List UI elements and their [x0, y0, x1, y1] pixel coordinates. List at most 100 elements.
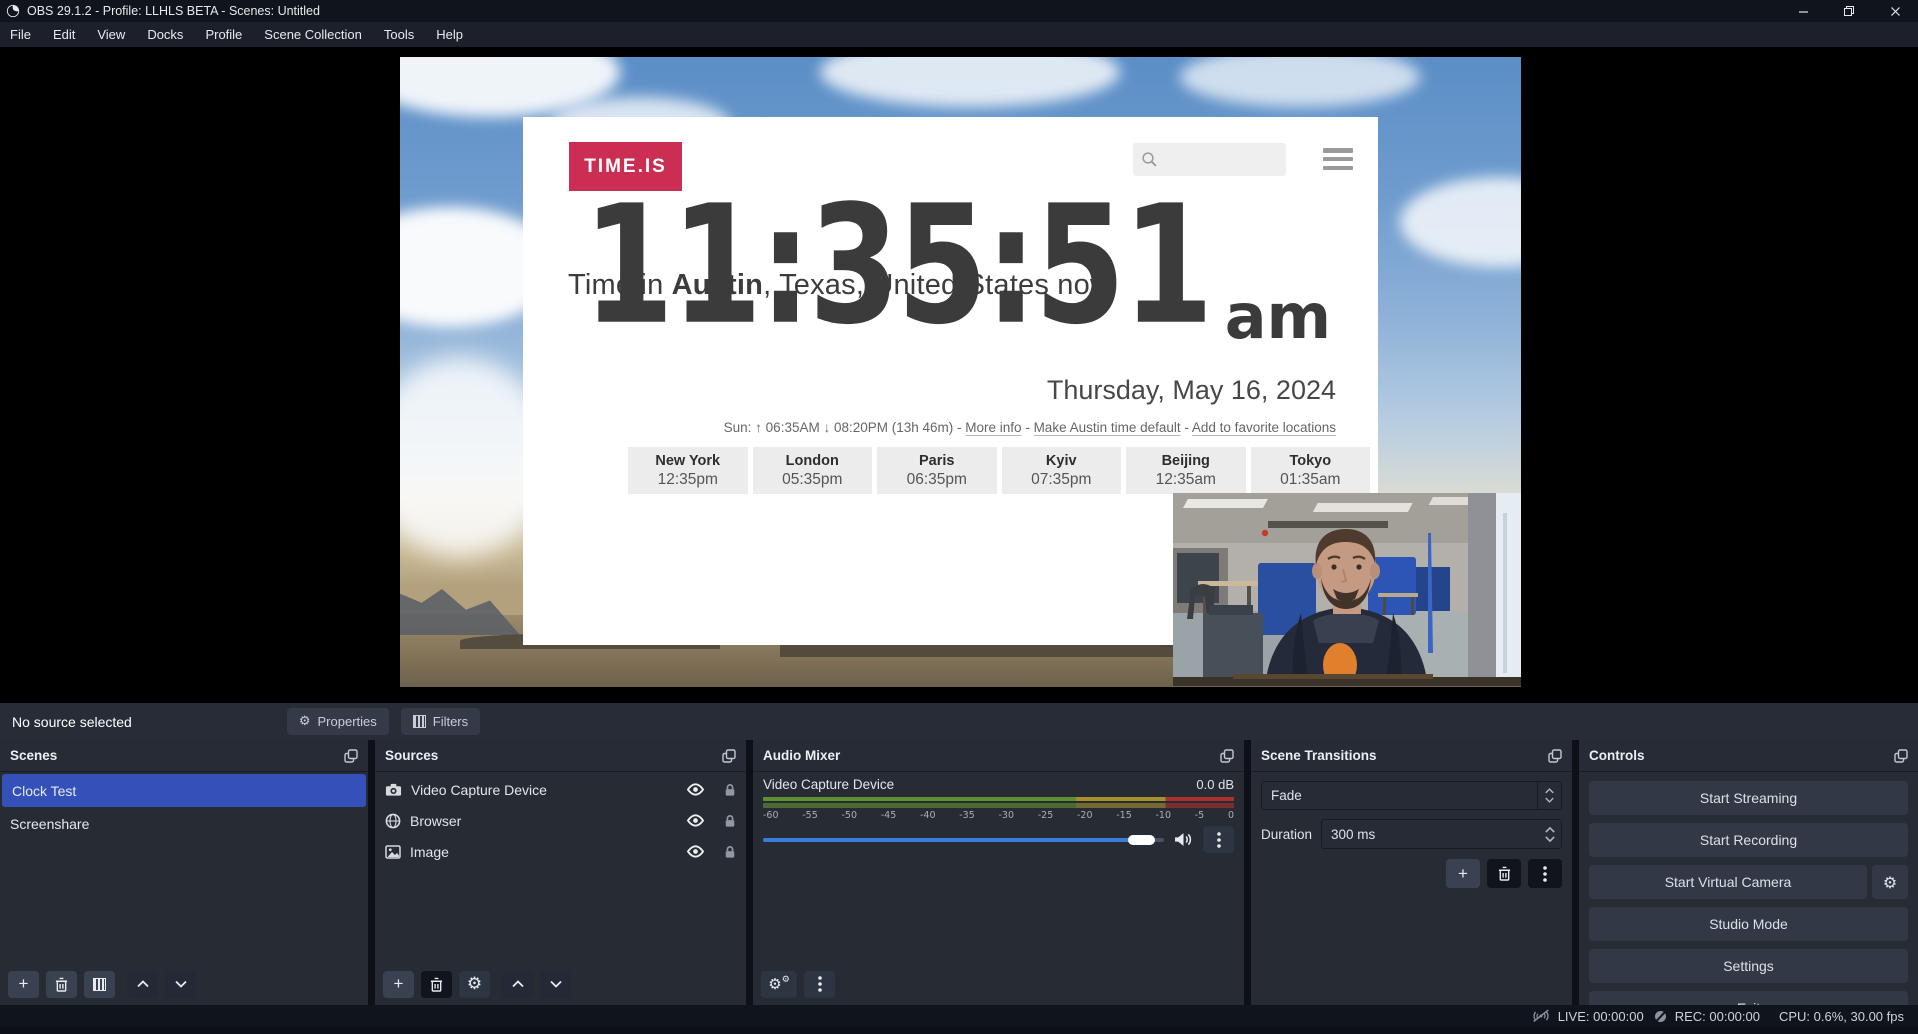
duration-spinbox[interactable]: 300 ms — [1321, 819, 1562, 849]
menu-edit[interactable]: Edit — [42, 22, 86, 47]
minimize-button[interactable] — [1780, 0, 1826, 22]
audio-mixer-header[interactable]: Audio Mixer — [753, 740, 1244, 772]
gear-icon: ⚙ — [467, 974, 482, 994]
lock-toggle[interactable] — [724, 845, 736, 859]
maximize-button[interactable] — [1826, 0, 1872, 22]
controls-title: Controls — [1589, 748, 1645, 763]
remove-source-button[interactable] — [421, 971, 452, 998]
close-button[interactable] — [1872, 0, 1918, 22]
menu-view[interactable]: View — [86, 22, 136, 47]
settings-button[interactable]: Settings — [1589, 949, 1908, 983]
kebab-menu-icon — [1217, 832, 1221, 848]
dock-area: Scenes Clock Test Screenshare + — [0, 740, 1918, 1005]
eye-icon — [686, 783, 705, 796]
city-box: Beijing 12:35am — [1126, 447, 1246, 494]
visibility-toggle[interactable] — [686, 783, 705, 796]
tick-label: -50 — [842, 810, 858, 821]
transition-properties-button[interactable] — [1528, 859, 1562, 888]
source-properties-button[interactable]: ⚙ — [459, 971, 490, 998]
properties-button[interactable]: ⚙ Properties — [287, 708, 389, 735]
preview-canvas[interactable]: TIME.IS Time in Austin, Texas, United St… — [0, 47, 1918, 703]
trash-icon — [1498, 866, 1511, 881]
cpu-fps-stats: CPU: 0.6%, 30.00 fps — [1779, 1009, 1904, 1024]
tick-label: -60 — [763, 810, 779, 821]
audio-meter — [763, 803, 1234, 808]
popout-icon[interactable] — [1548, 749, 1562, 763]
scene-move-down-button[interactable] — [165, 971, 196, 998]
menu-docks[interactable]: Docks — [136, 22, 194, 47]
obs-logo-icon — [6, 4, 20, 18]
advanced-audio-button[interactable]: ⚙⚙ — [761, 971, 797, 998]
kebab-menu-icon — [818, 976, 822, 992]
duration-label: Duration — [1261, 827, 1312, 842]
scene-label: Clock Test — [12, 783, 76, 799]
program-video[interactable]: TIME.IS Time in Austin, Texas, United St… — [400, 57, 1521, 687]
status-bar: LIVE: 00:00:00 REC: 00:00:00 CPU: 0.6%, … — [0, 1005, 1918, 1027]
add-scene-button[interactable]: + — [8, 971, 39, 998]
filters-button[interactable]: Filters — [401, 708, 480, 735]
sources-panel-header[interactable]: Sources — [375, 740, 746, 772]
source-item-video-capture[interactable]: Video Capture Device — [375, 774, 746, 805]
source-item-browser[interactable]: Browser — [375, 805, 746, 836]
menu-scene-collection[interactable]: Scene Collection — [253, 22, 373, 47]
menu-help[interactable]: Help — [425, 22, 474, 47]
timeis-clock: 11:35:51 am — [583, 183, 1343, 403]
controls-header[interactable]: Controls — [1579, 740, 1918, 772]
scene-item-screenshare[interactable]: Screenshare — [0, 807, 368, 840]
scenes-toolbar: + — [0, 963, 368, 1005]
start-virtual-camera-button[interactable]: Start Virtual Camera — [1589, 865, 1867, 899]
webcam-overlay-source[interactable] — [1173, 493, 1521, 686]
transition-select[interactable]: Fade — [1261, 781, 1562, 810]
scene-item-clock-test[interactable]: Clock Test — [2, 774, 366, 807]
lock-toggle[interactable] — [724, 783, 736, 797]
city-name: Paris — [919, 452, 954, 470]
spin-chevrons[interactable] — [1545, 827, 1555, 842]
audio-volume-db: 0.0 dB — [1196, 777, 1234, 792]
mute-toggle[interactable] — [1174, 832, 1193, 847]
popout-icon[interactable] — [344, 749, 358, 763]
source-item-image[interactable]: Image — [375, 836, 746, 867]
scene-filters-button[interactable] — [84, 971, 115, 998]
menu-bar: File Edit View Docks Profile Scene Colle… — [0, 22, 1918, 47]
volume-slider[interactable] — [763, 835, 1164, 845]
trash-icon — [55, 977, 68, 992]
popout-icon[interactable] — [1894, 749, 1908, 763]
start-recording-button[interactable]: Start Recording — [1589, 823, 1908, 857]
rec-time: REC: 00:00:00 — [1675, 1009, 1760, 1024]
timeis-city-row: New York 12:35pm London 05:35pm Paris 06… — [628, 447, 1370, 494]
virtual-camera-config-button[interactable]: ⚙ — [1872, 865, 1908, 899]
source-move-up-button[interactable] — [502, 971, 533, 998]
popout-icon[interactable] — [722, 749, 736, 763]
scene-move-up-button[interactable] — [127, 971, 158, 998]
source-label: Browser — [410, 813, 461, 829]
lock-toggle[interactable] — [724, 814, 736, 828]
volume-slider-handle[interactable] — [1128, 835, 1155, 845]
start-streaming-button[interactable]: Start Streaming — [1589, 781, 1908, 815]
scenes-list: Clock Test Screenshare — [0, 772, 368, 963]
tick-label: -55 — [802, 810, 818, 821]
image-icon — [385, 845, 401, 859]
remove-transition-button[interactable] — [1487, 859, 1521, 888]
add-transition-button[interactable]: + — [1446, 859, 1480, 888]
studio-mode-button[interactable]: Studio Mode — [1589, 907, 1908, 941]
visibility-toggle[interactable] — [686, 814, 705, 827]
add-source-button[interactable]: + — [383, 971, 414, 998]
remove-scene-button[interactable] — [46, 971, 77, 998]
visibility-toggle[interactable] — [686, 845, 705, 858]
menu-file[interactable]: File — [0, 22, 42, 47]
menu-tools[interactable]: Tools — [373, 22, 425, 47]
separator: - — [1181, 420, 1192, 435]
scene-transitions-body: Fade Duration 300 ms — [1251, 772, 1572, 1005]
mixer-menu-button[interactable] — [804, 971, 835, 998]
scenes-panel-header[interactable]: Scenes — [0, 740, 368, 772]
menu-profile[interactable]: Profile — [194, 22, 253, 47]
audio-meter-scale: -60 -55 -50 -45 -40 -35 -30 -25 -20 -15 … — [763, 810, 1234, 821]
source-move-down-button[interactable] — [540, 971, 571, 998]
camera-icon — [385, 783, 402, 797]
select-chevrons — [1537, 782, 1561, 809]
lock-icon — [724, 845, 736, 859]
city-name: Beijing — [1162, 452, 1210, 470]
popout-icon[interactable] — [1220, 749, 1234, 763]
scene-transitions-header[interactable]: Scene Transitions — [1251, 740, 1572, 772]
channel-menu-button[interactable] — [1203, 826, 1234, 853]
